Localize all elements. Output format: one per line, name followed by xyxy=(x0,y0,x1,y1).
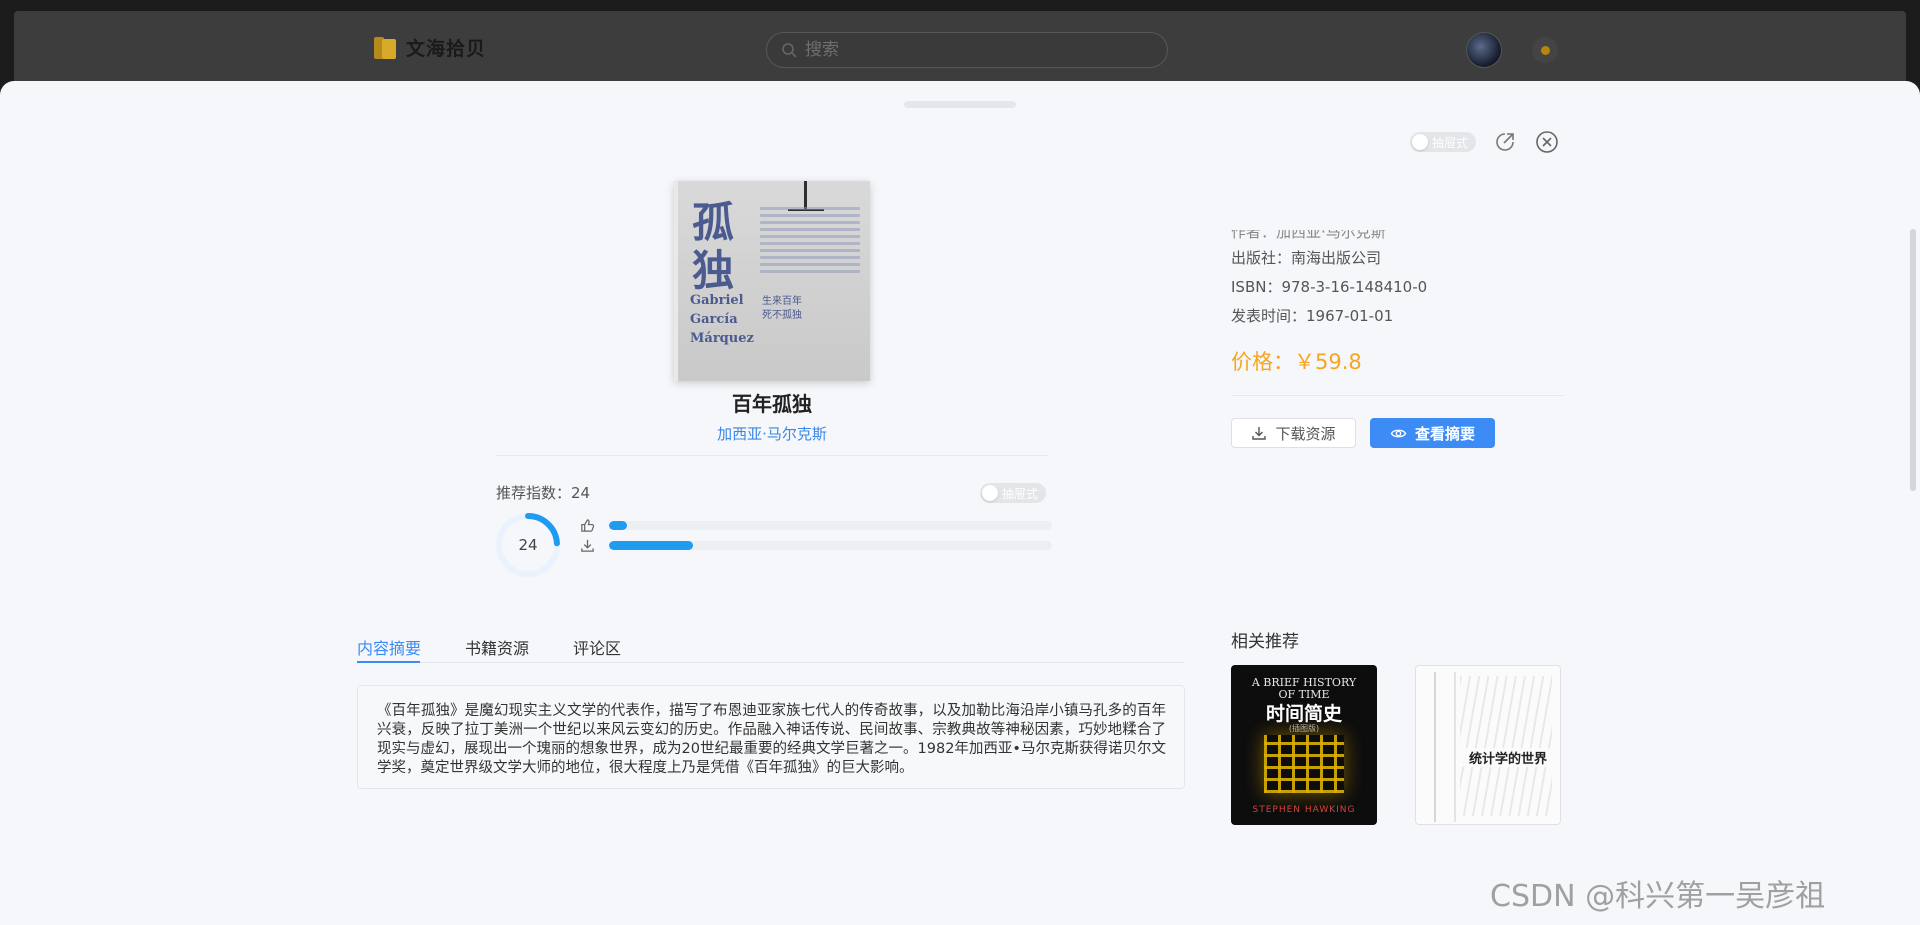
cover-art xyxy=(1264,735,1344,793)
drawer-mode-label: 抽屉式 xyxy=(1432,135,1469,150)
related-book-en-title: A BRIEF HISTORY OF TIME xyxy=(1251,676,1357,701)
related-book-card[interactable]: 统计学的世界 xyxy=(1415,665,1561,825)
drawer-actions: 抽屉式 xyxy=(1410,129,1560,155)
cover-art xyxy=(1460,676,1552,816)
external-link-icon xyxy=(1496,133,1514,151)
sun-icon xyxy=(1540,45,1550,55)
tab-summary[interactable]: 内容摘要 xyxy=(357,635,421,659)
tab-resources[interactable]: 书籍资源 xyxy=(465,635,529,659)
drawer-mode-switch[interactable]: 抽屉式 xyxy=(1410,132,1477,152)
detail-tabs: 内容摘要 书籍资源 评论区 xyxy=(357,627,1185,663)
related-book-title: 统计学的世界 xyxy=(1460,748,1556,767)
book-cover: 孤 独 Gabriel García Márquez 生来百年 死不孤独 xyxy=(674,181,870,381)
view-summary-button[interactable]: 查看摘要 xyxy=(1370,418,1495,448)
download-resource-button[interactable]: 下载资源 xyxy=(1231,418,1356,448)
like-bar xyxy=(609,521,1052,530)
info-isbn: ISBN：978-3-16-148410-0 xyxy=(1231,278,1428,296)
switch-knob xyxy=(982,485,998,501)
download-bar xyxy=(609,541,1052,550)
eye-icon xyxy=(1390,429,1407,437)
close-button[interactable] xyxy=(1534,129,1560,155)
download-resource-label: 下载资源 xyxy=(1275,424,1336,443)
active-tab-indicator xyxy=(357,661,420,663)
logo-text: 文海拾贝 xyxy=(406,37,487,60)
info-publisher: 出版社：南海出版公司 xyxy=(1231,249,1382,267)
download-bar-fill xyxy=(609,541,694,550)
drawer-handle[interactable] xyxy=(904,101,1016,108)
like-bar-fill xyxy=(609,521,627,530)
summary-panel: 《百年孤独》是魔幻现实主义文学的代表作，描写了布恩迪亚家族七代人的传奇故事，以及… xyxy=(357,685,1185,789)
cover-spine xyxy=(1434,672,1456,822)
recommend-label: 推荐指数：24 xyxy=(496,484,591,502)
tab-comments[interactable]: 评论区 xyxy=(573,635,621,659)
cover-title: 孤 独 xyxy=(692,198,735,295)
search-box[interactable] xyxy=(766,32,1168,68)
download-icon[interactable] xyxy=(580,538,595,553)
info-publish-date: 发表时间：1967-01-01 xyxy=(1231,307,1394,325)
book-detail-drawer: 抽屉式 孤 独 Gabriel García Márquez 生来百年 死不孤独… xyxy=(0,81,1920,925)
theme-toggle[interactable] xyxy=(1532,37,1558,63)
top-navbar: 文海拾贝 xyxy=(14,11,1906,91)
cover-text-block xyxy=(760,207,860,277)
recommend-index-value: 24 xyxy=(518,536,538,554)
download-stat xyxy=(580,538,1052,553)
scrollbar[interactable] xyxy=(1910,229,1916,491)
related-book-card[interactable]: A BRIEF HISTORY OF TIME 时间简史 (插图版) STEPH… xyxy=(1231,665,1377,825)
book-author-link[interactable]: 加西亚·马尔克斯 xyxy=(536,423,1008,444)
recommend-mode-label: 抽屉式 xyxy=(1002,486,1039,501)
download-icon xyxy=(1252,427,1267,440)
open-external-button[interactable] xyxy=(1492,129,1518,155)
related-book-author: STEPHEN HAWKING xyxy=(1252,805,1356,815)
switch-knob xyxy=(1412,134,1428,150)
recommend-mode-switch[interactable]: 抽屉式 xyxy=(980,483,1047,503)
book-price: 价格：￥59.8 xyxy=(1231,350,1362,374)
avatar[interactable] xyxy=(1466,32,1502,68)
book-title: 百年孤独 xyxy=(732,392,812,416)
site-logo[interactable]: 文海拾贝 xyxy=(372,33,486,61)
watermark: CSDN @科兴第一吴彦祖 xyxy=(1490,879,1826,914)
related-title: 相关推荐 xyxy=(1231,632,1299,652)
like-stat xyxy=(580,518,1052,533)
search-icon xyxy=(782,43,797,58)
info-author-partial: 作者：加西亚·马尔克斯 xyxy=(1231,223,1386,241)
related-book-edition: (插图版) xyxy=(1288,724,1320,733)
search-input[interactable] xyxy=(805,40,1125,60)
close-icon xyxy=(1536,131,1558,153)
logo-books-icon xyxy=(372,33,400,61)
divider xyxy=(1231,395,1563,396)
cover-tagline: 生来百年 死不孤独 xyxy=(762,296,802,321)
cover-author: Gabriel García Márquez xyxy=(690,293,754,346)
thumbs-up-icon[interactable] xyxy=(580,518,595,533)
view-summary-label: 查看摘要 xyxy=(1414,424,1475,443)
related-book-title: 时间简史 xyxy=(1265,703,1342,725)
divider xyxy=(496,455,1048,456)
